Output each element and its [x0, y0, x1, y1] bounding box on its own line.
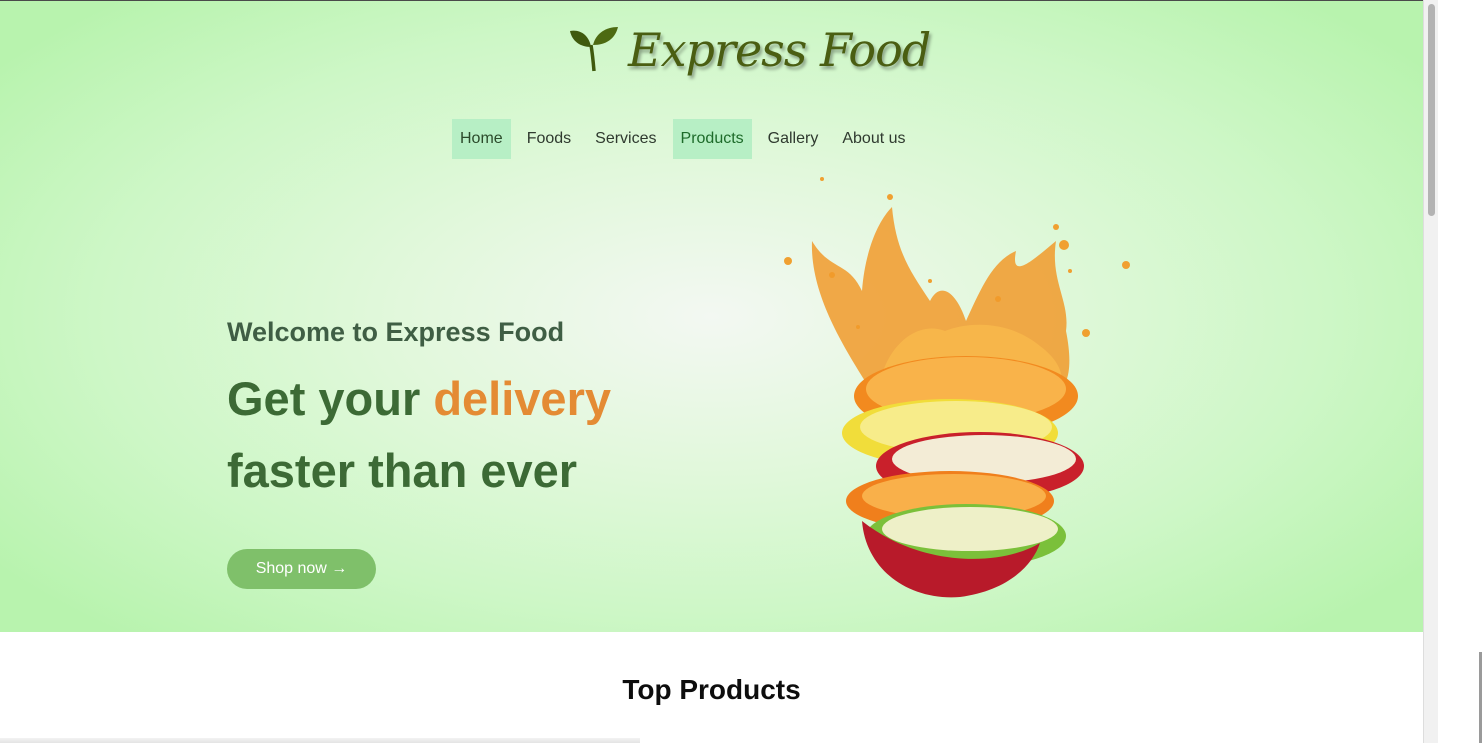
hero-section: Express Food Home Foods Services Product… — [0, 0, 1423, 632]
shop-now-button[interactable]: Shop now → — [227, 549, 376, 589]
nav-item-about-us[interactable]: About us — [834, 119, 913, 159]
headline-text: Get your — [227, 372, 421, 425]
vertical-scrollbar[interactable] — [1423, 0, 1438, 743]
headline-line-1: Get your delivery — [227, 363, 611, 435]
card-shadow — [0, 738, 640, 743]
hero-headline: Get your delivery faster than ever — [227, 363, 611, 507]
section-title: Top Products — [622, 674, 801, 705]
main-nav: Home Foods Services Products Gallery Abo… — [452, 119, 914, 159]
page: Express Food Home Foods Services Product… — [0, 0, 1423, 743]
brand-logo[interactable]: Express Food — [568, 21, 931, 93]
scrollbar-thumb[interactable] — [1428, 4, 1435, 216]
headline-line-2: faster than ever — [227, 444, 578, 497]
sprout-leaf-icon — [570, 27, 618, 72]
nav-item-foods[interactable]: Foods — [519, 119, 579, 159]
headline-accent: delivery — [433, 372, 612, 425]
nav-item-services[interactable]: Services — [587, 119, 664, 159]
fruit-splash-image — [784, 177, 1130, 598]
nav-item-gallery[interactable]: Gallery — [760, 119, 827, 159]
brand-name: Express Food — [628, 23, 931, 77]
welcome-heading: Welcome to Express Food — [227, 317, 565, 347]
nav-item-home[interactable]: Home — [452, 119, 511, 159]
nav-item-products[interactable]: Products — [672, 119, 752, 159]
